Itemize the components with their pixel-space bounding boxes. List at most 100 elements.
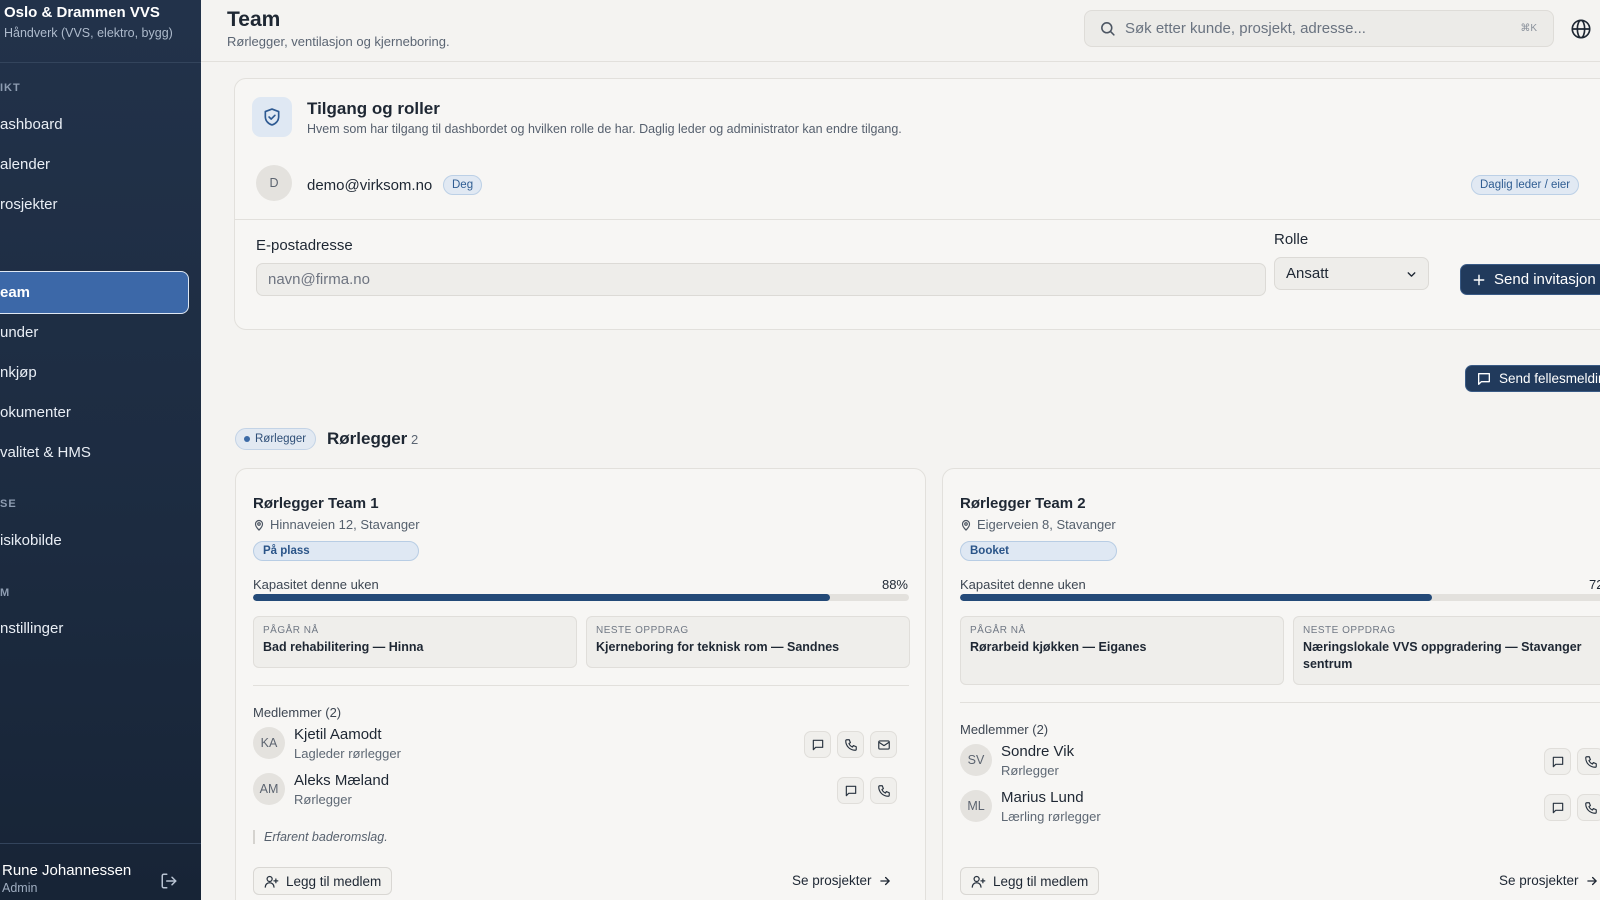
sidebar-item-label: nkjøp	[0, 363, 37, 381]
access-title: Tilgang og roller	[307, 99, 440, 118]
add-member-button[interactable]: Legg til medlem	[253, 867, 393, 895]
sidebar-item-customers[interactable]: under	[0, 312, 189, 352]
arrow-right-icon	[1586, 876, 1597, 885]
avatar: SV	[960, 744, 992, 776]
team-address-text: Eigerveien 8, Stavanger	[977, 517, 1116, 532]
message-icon	[845, 785, 856, 796]
role-select[interactable]: Ansatt	[1274, 257, 1429, 290]
brand-subtitle: Håndverk (VVS, elektro, bygg)	[4, 26, 173, 40]
member-name: Kjetil Aamodt	[294, 726, 382, 743]
sidebar-item-quality-hms[interactable]: valitet & HMS	[0, 432, 189, 472]
member-role: Lærling rørlegger	[1001, 809, 1101, 824]
search-shortcut: ⌘K	[1520, 23, 1537, 34]
email-button[interactable]	[870, 731, 897, 758]
sidebar-divider	[0, 62, 201, 63]
next-job-label: NESTE OPPDRAG	[596, 625, 689, 636]
sidebar-item-team[interactable]: eam	[0, 271, 189, 314]
group-count: 2	[411, 432, 419, 447]
sidebar: Oslo & Drammen VVS Håndverk (VVS, elektr…	[0, 0, 201, 900]
search-icon	[1099, 20, 1116, 37]
user-plus-icon	[971, 875, 986, 888]
sidebar-item-dashboard[interactable]: ashboard	[0, 104, 189, 144]
member-role: Rørlegger	[294, 792, 352, 807]
map-pin-icon	[961, 519, 971, 531]
page-title: Team	[227, 8, 281, 31]
send-broadcast-button[interactable]: Send fellesmelding	[1465, 365, 1600, 392]
message-button[interactable]	[837, 777, 864, 804]
search-input[interactable]	[1125, 20, 1505, 37]
next-job-value: Næringslokale VVS oppgradering — Stavang…	[1303, 640, 1582, 671]
sidebar-item-documents[interactable]: okumenter	[0, 392, 189, 432]
top-header: Team Rørlegger, ventilasjon og kjernebor…	[201, 0, 1600, 62]
sidebar-section-system: M	[0, 587, 11, 599]
avatar: ML	[960, 790, 992, 822]
message-icon	[1552, 756, 1563, 767]
phone-icon	[844, 738, 857, 751]
current-job: PÅGÅR NÅ Bad rehabilitering — Hinna	[253, 616, 577, 668]
capacity-bar	[960, 594, 1600, 601]
team-address: Hinnaveien 12, Stavanger	[253, 517, 420, 532]
sidebar-item-label: nstillinger	[0, 619, 64, 637]
mail-icon	[877, 739, 890, 750]
arrow-right-icon	[879, 876, 890, 885]
member-name: Aleks Mæland	[294, 772, 390, 789]
sidebar-item-label: rosjekter	[0, 195, 58, 213]
avatar: D	[256, 165, 292, 201]
access-description: Hvem som har tilgang til dashbordet og h…	[307, 122, 902, 136]
search-bar[interactable]: ⌘K	[1084, 10, 1554, 47]
call-button[interactable]	[1577, 794, 1600, 821]
capacity-label: Kapasitet denne uken	[960, 577, 1086, 592]
phone-icon	[1584, 801, 1597, 814]
group-chip: Rørlegger	[235, 428, 317, 450]
avatar: AM	[253, 773, 285, 805]
capacity-value: 72%	[1588, 577, 1600, 592]
team-address-text: Hinnaveien 12, Stavanger	[270, 517, 420, 532]
next-job-label: NESTE OPPDRAG	[1303, 625, 1396, 636]
message-button[interactable]	[804, 731, 831, 758]
see-projects-link[interactable]: Se prosjekter	[1499, 873, 1599, 888]
add-member-label: Legg til medlem	[286, 873, 382, 889]
email-field[interactable]	[256, 263, 1266, 296]
sidebar-item-calendar[interactable]: alender	[0, 144, 189, 184]
current-job: PÅGÅR NÅ Rørarbeid kjøkken — Eiganes	[960, 616, 1284, 685]
message-icon	[1552, 802, 1563, 813]
logout-icon[interactable]	[160, 872, 178, 890]
shield-icon	[252, 97, 292, 137]
capacity-bar-fill	[253, 594, 831, 601]
brand-name: Oslo & Drammen VVS	[4, 4, 160, 21]
access-roles-card: Tilgang og roller Hvem som har tilgang t…	[234, 78, 1600, 330]
sidebar-item-label: eam	[0, 284, 31, 301]
message-button[interactable]	[1544, 794, 1571, 821]
email-label: E-postadresse	[256, 237, 353, 254]
current-job-label: PÅGÅR NÅ	[970, 625, 1026, 636]
sidebar-item-label: alender	[0, 155, 51, 173]
user-plus-icon	[264, 875, 279, 888]
message-button[interactable]	[1544, 748, 1571, 775]
sidebar-item-label: valitet & HMS	[0, 443, 91, 461]
message-icon	[1476, 371, 1492, 387]
current-job-label: PÅGÅR NÅ	[263, 625, 319, 636]
call-button[interactable]	[837, 731, 864, 758]
member-role: Rørlegger	[1001, 763, 1059, 778]
see-projects-link[interactable]: Se prosjekter	[792, 873, 892, 888]
send-broadcast-label: Send fellesmelding	[1499, 371, 1600, 386]
group-title: Rørlegger	[327, 429, 408, 448]
sidebar-item-projects[interactable]: rosjekter	[0, 184, 189, 224]
sidebar-item-risk[interactable]: isikobilde	[0, 520, 189, 560]
role-badge: Daglig leder / eier	[1471, 175, 1580, 195]
sidebar-item-purchasing[interactable]: nkjøp	[0, 352, 189, 392]
call-button[interactable]	[1577, 748, 1600, 775]
call-button[interactable]	[870, 777, 897, 804]
add-member-button[interactable]: Legg til medlem	[960, 867, 1100, 895]
send-invite-button[interactable]: Send invitasjon	[1460, 264, 1600, 295]
see-projects-label: Se prosjekter	[1499, 873, 1579, 888]
globe-icon[interactable]	[1570, 18, 1592, 40]
plus-icon	[1472, 273, 1486, 287]
divider	[253, 685, 909, 686]
role-label: Rolle	[1274, 231, 1309, 248]
map-pin-icon	[254, 519, 264, 531]
sidebar-item-settings[interactable]: nstillinger	[0, 608, 189, 648]
user-role: Admin	[2, 881, 38, 895]
see-projects-label: Se prosjekter	[792, 873, 872, 888]
you-badge: Deg	[443, 175, 483, 195]
